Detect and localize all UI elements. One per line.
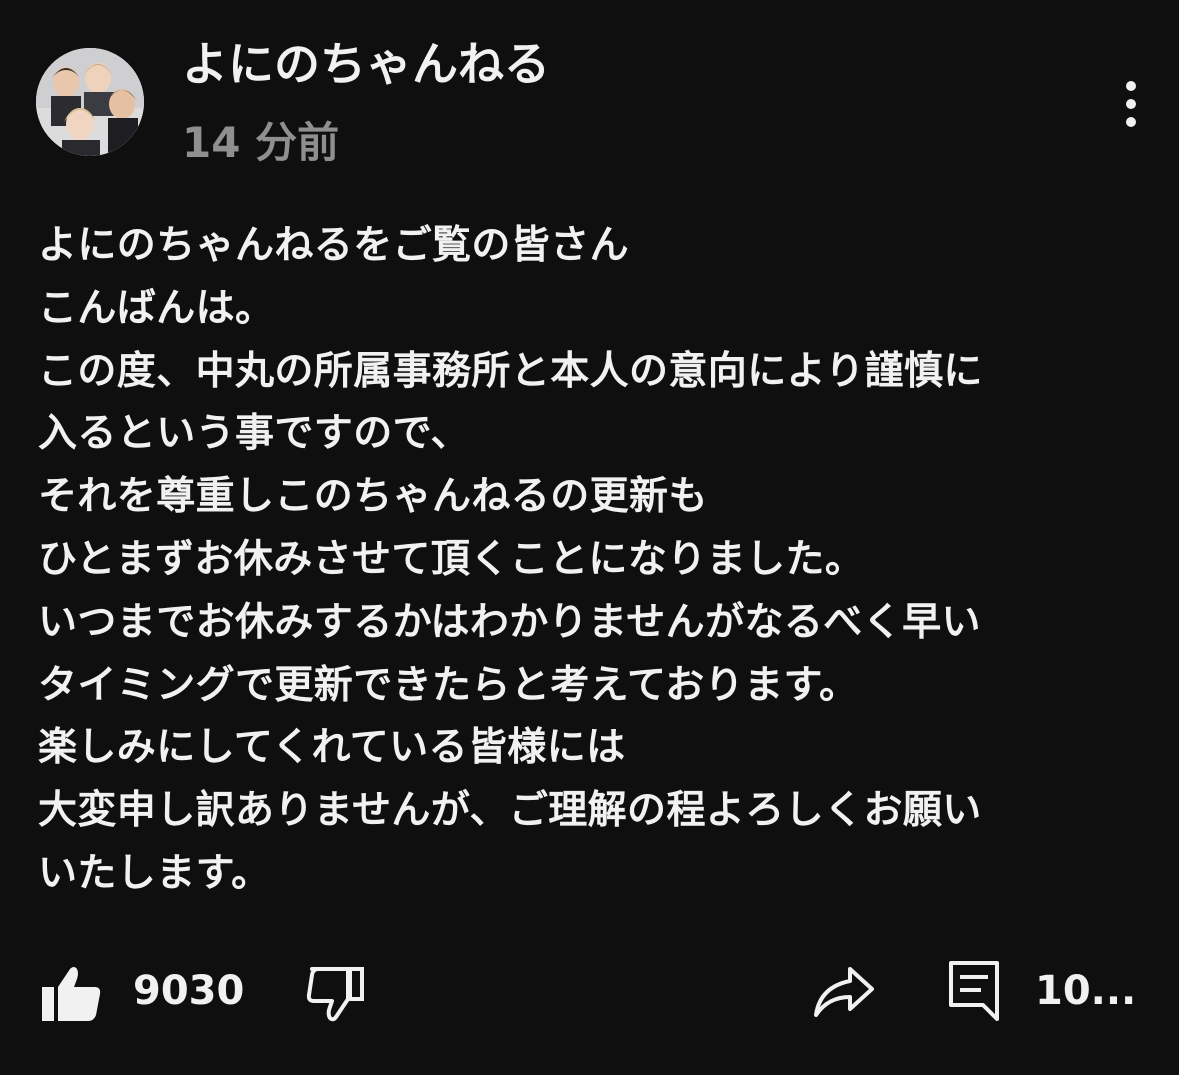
more-options-button[interactable] (1110, 78, 1152, 132)
post-text-line: 大変申し訳ありませんが、ご理解の程よろしくお願い (38, 788, 982, 834)
share-button[interactable] (810, 963, 878, 1021)
post-text-line: いつまでお休みするかはわかりませんがなるべく早い (38, 599, 981, 645)
post-text-line: それを尊重しこのちゃんねるの更新も (38, 474, 708, 520)
post-text-line: 入るという事ですので、 (38, 411, 470, 457)
post-text-line: この度、中丸の所属事務所と本人の意向により謹慎に (38, 348, 983, 394)
channel-avatar[interactable] (36, 48, 144, 156)
channel-avatar-photo (36, 48, 144, 156)
post-timestamp: 14 分前 (182, 118, 340, 167)
comment-button[interactable] (945, 957, 1005, 1023)
post-text-line: ひとまずお休みさせて頂くことになりました。 (38, 536, 865, 582)
post-text-line: いたします。 (38, 850, 271, 896)
vertical-dots-icon (1126, 81, 1136, 127)
channel-name[interactable]: よにのちゃんねる (182, 34, 550, 94)
share-icon (814, 967, 874, 1017)
dislike-button[interactable] (304, 963, 368, 1023)
post-text-line: 楽しみにしてくれている皆様には (38, 725, 626, 771)
action-bar: 9030 10... (0, 955, 1179, 1025)
comment-count: 10... (1035, 968, 1137, 1014)
like-count: 9030 (133, 968, 245, 1014)
post-text: よにのちゃんねるをご覧の皆さん こんばんは。 この度、中丸の所属事務所と本人の意… (38, 215, 1148, 906)
thumbs-up-icon (42, 967, 101, 1021)
post-text-line: よにのちゃんねるをご覧の皆さん (38, 223, 630, 268)
comment-icon (949, 961, 999, 1021)
thumbs-down-icon (306, 967, 364, 1022)
post-text-line: タイミングで更新できたらと考えております。 (38, 662, 859, 708)
like-button[interactable] (40, 965, 104, 1023)
post-text-line: こんばんは。 (38, 285, 275, 331)
